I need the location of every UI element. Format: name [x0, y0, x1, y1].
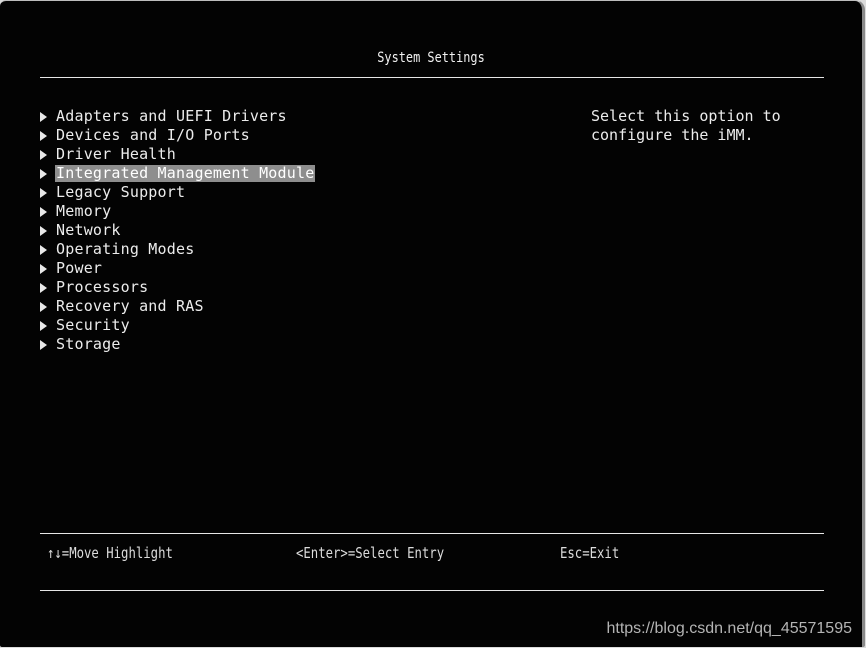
- menu-item-label: Devices and I/O Ports: [56, 126, 250, 144]
- submenu-arrow-icon: [40, 187, 47, 198]
- submenu-arrow-icon: [40, 206, 47, 217]
- menu-item-recovery-and-ras[interactable]: Recovery and RAS: [38, 297, 315, 316]
- header-divider: [40, 77, 824, 78]
- footer-divider-top: [40, 533, 824, 534]
- submenu-arrow-icon: [40, 282, 47, 293]
- menu-item-label: Processors: [56, 278, 149, 296]
- menu-item-label: Adapters and UEFI Drivers: [56, 107, 287, 125]
- menu-item-processors[interactable]: Processors: [38, 278, 315, 297]
- menu-item-label: Operating Modes: [56, 240, 195, 258]
- menu-item-label: Recovery and RAS: [56, 297, 204, 315]
- menu-item-label: Storage: [56, 335, 121, 353]
- submenu-arrow-icon: [40, 130, 47, 141]
- menu-item-integrated-management-module[interactable]: Integrated Management Module: [38, 164, 316, 183]
- menu-item-label: Power: [56, 259, 103, 277]
- footer-hint-exit: Esc=Exit: [560, 544, 620, 562]
- menu-item-label: Security: [56, 316, 130, 334]
- menu-item-label: Driver Health: [56, 145, 176, 163]
- settings-menu: Adapters and UEFI Drivers Devices and I/…: [38, 107, 316, 354]
- footer-divider-bottom: [40, 590, 824, 591]
- menu-item-label: Legacy Support: [56, 183, 186, 201]
- menu-item-devices-and-io-ports[interactable]: Devices and I/O Ports: [38, 126, 315, 145]
- menu-item-operating-modes[interactable]: Operating Modes: [38, 240, 315, 259]
- menu-item-security[interactable]: Security: [38, 316, 315, 335]
- menu-item-network[interactable]: Network: [38, 221, 315, 240]
- footer-hint-select-entry: <Enter>=Select Entry: [296, 544, 445, 562]
- submenu-arrow-icon: [40, 339, 47, 350]
- submenu-arrow-icon: [40, 149, 47, 160]
- menu-item-label: Memory: [56, 202, 112, 220]
- submenu-arrow-icon: [40, 263, 47, 274]
- menu-item-label: Integrated Management Module: [55, 164, 316, 182]
- submenu-arrow-icon: [40, 111, 47, 122]
- footer-hint-move-highlight: ↑↓=Move Highlight: [47, 544, 173, 562]
- submenu-arrow-icon: [40, 225, 47, 236]
- watermark: https://blog.csdn.net/qq_45571595: [606, 620, 852, 637]
- page-title: System Settings: [377, 50, 485, 66]
- menu-item-power[interactable]: Power: [38, 259, 315, 278]
- submenu-arrow-icon: [40, 301, 47, 312]
- bios-screen: System Settings Adapters and UEFI Driver…: [0, 0, 865, 647]
- menu-item-adapters-and-uefi-drivers[interactable]: Adapters and UEFI Drivers: [38, 107, 315, 126]
- submenu-arrow-icon: [40, 168, 47, 179]
- menu-item-legacy-support[interactable]: Legacy Support: [38, 183, 315, 202]
- menu-item-driver-health[interactable]: Driver Health: [38, 145, 315, 164]
- submenu-arrow-icon: [40, 244, 47, 255]
- submenu-arrow-icon: [40, 320, 47, 331]
- help-text: Select this option to configure the iMM.: [591, 107, 781, 144]
- menu-item-label: Network: [56, 221, 121, 239]
- menu-item-storage[interactable]: Storage: [38, 335, 315, 354]
- menu-item-memory[interactable]: Memory: [38, 202, 315, 221]
